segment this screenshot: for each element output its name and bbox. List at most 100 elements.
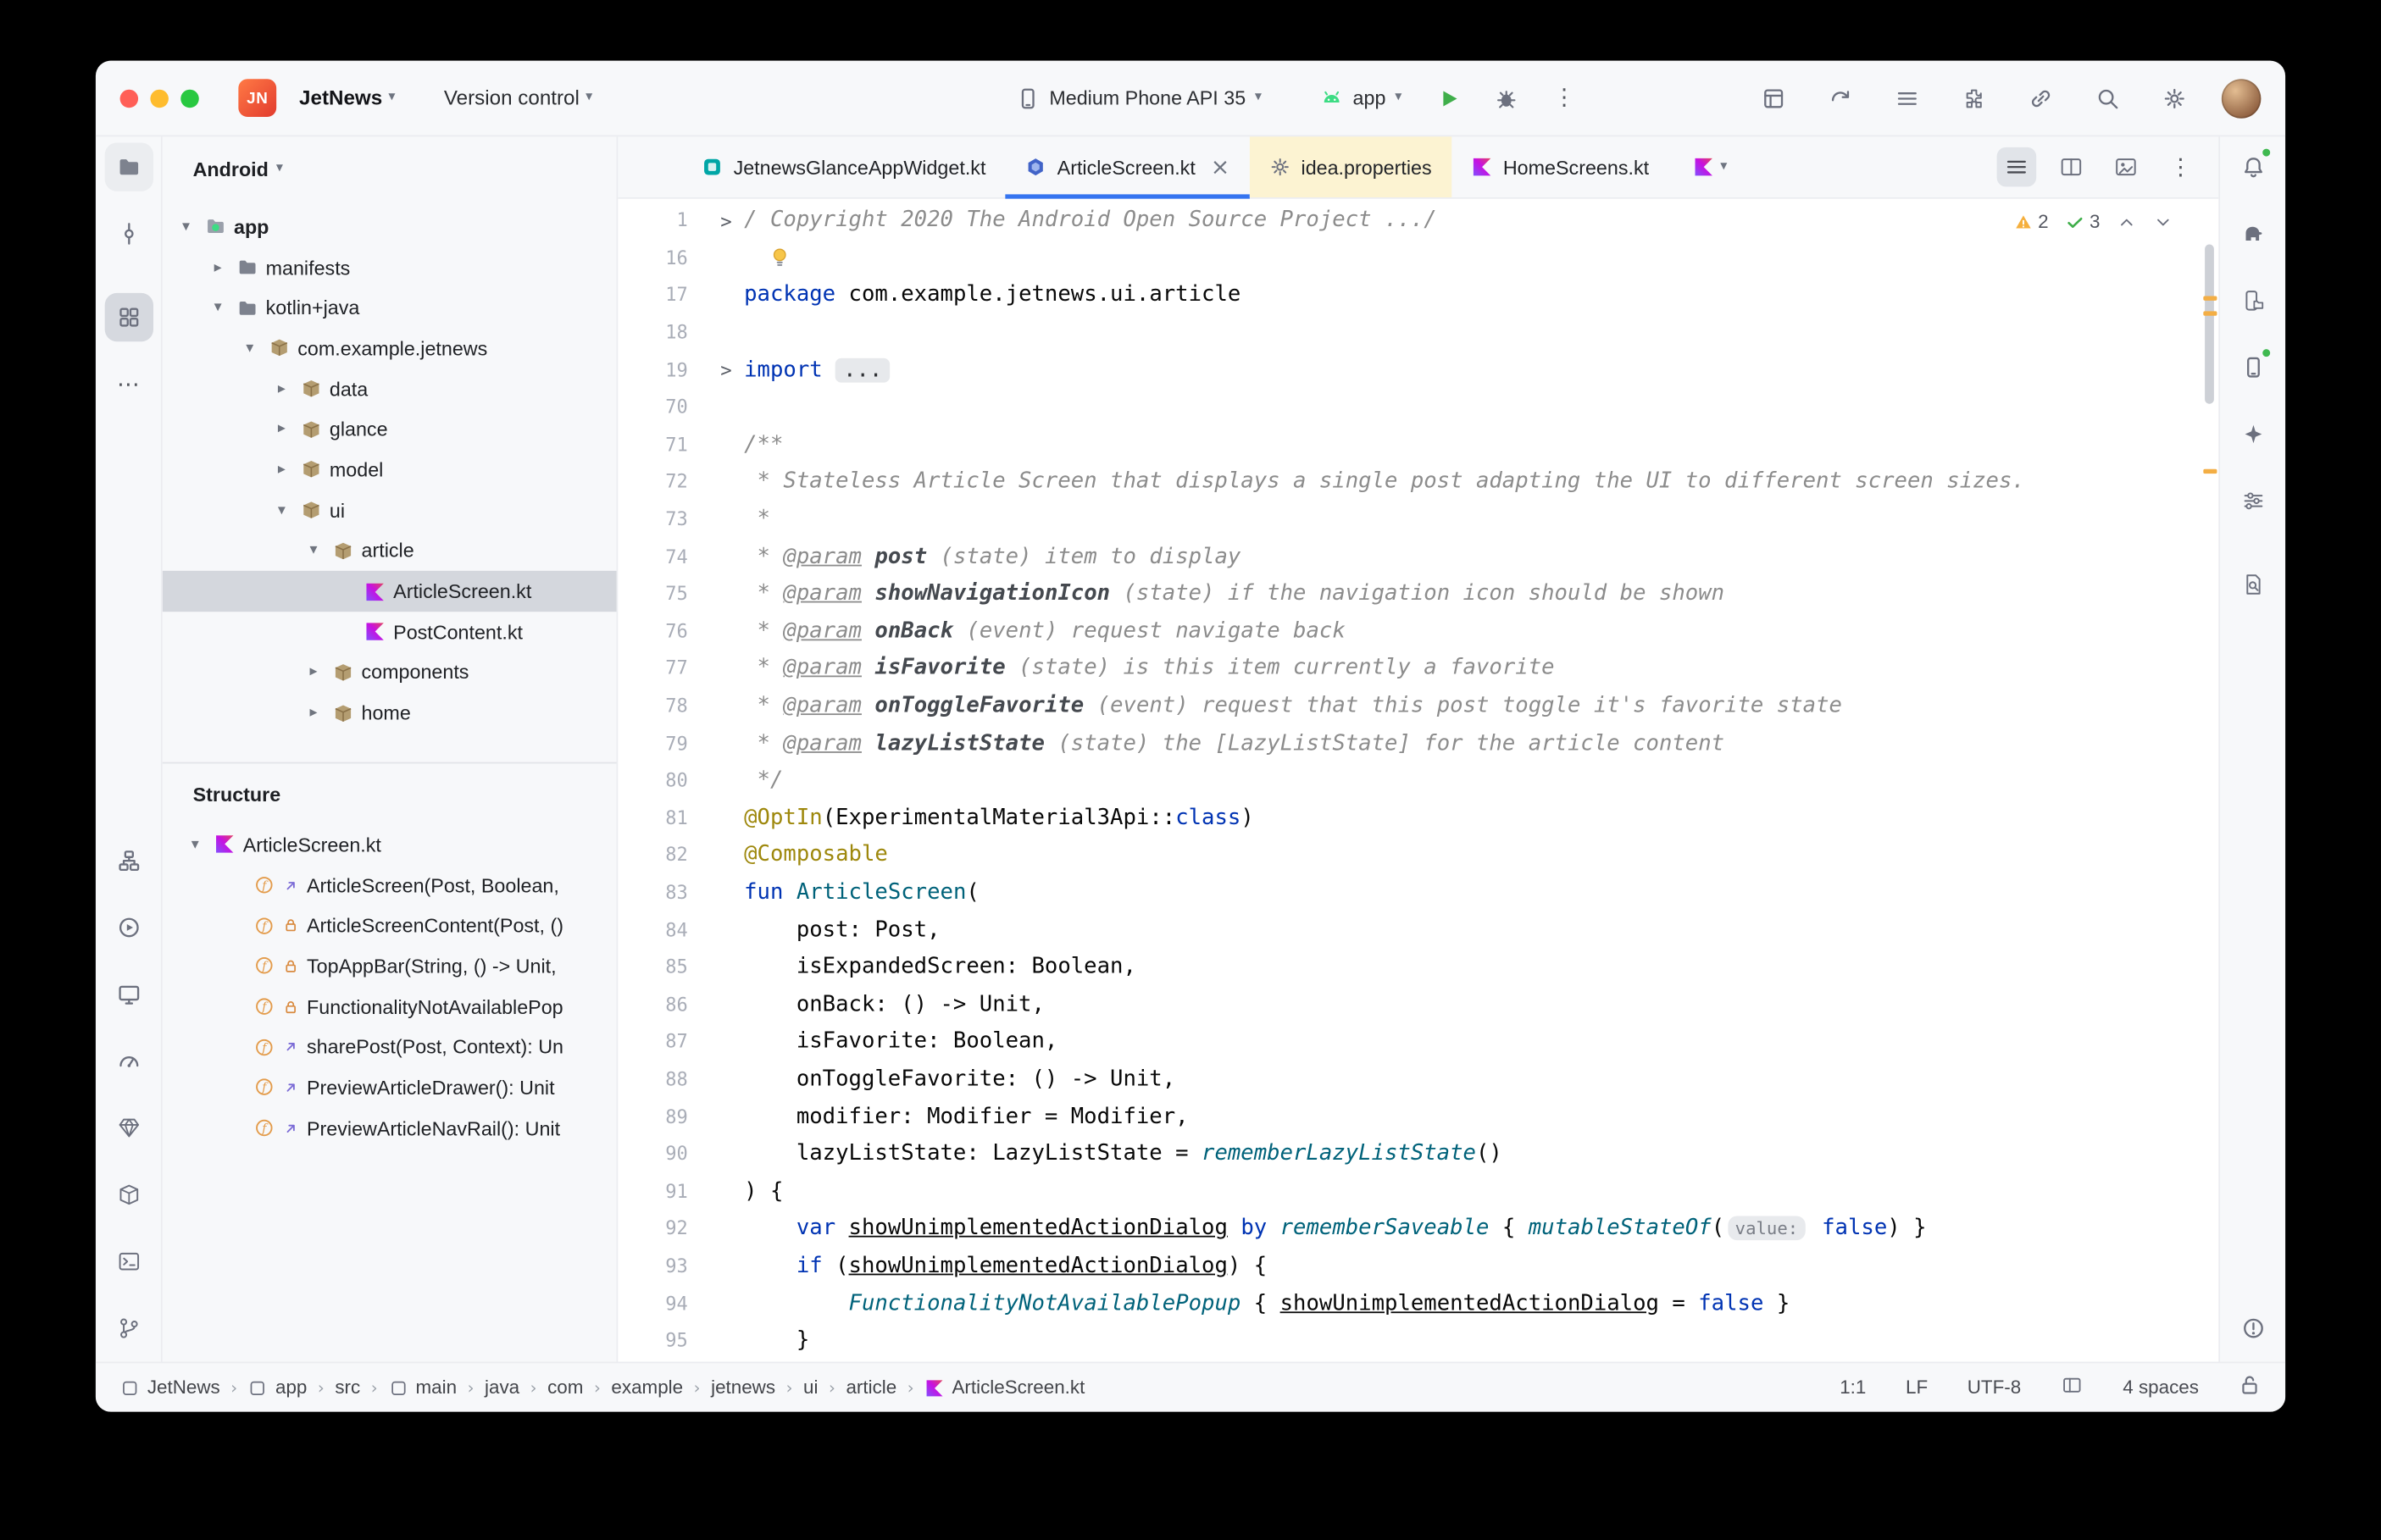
breadcrumb-articlescreen-kt[interactable]: ArticleScreen.kt bbox=[924, 1377, 1085, 1398]
code-line[interactable]: 16 bbox=[618, 239, 2218, 276]
tree-item-data[interactable]: ▸data bbox=[163, 368, 617, 409]
run-config-selector[interactable]: app ▾ bbox=[1307, 78, 1414, 118]
menu-button[interactable] bbox=[1884, 75, 1930, 121]
indent-size[interactable]: 4 spaces bbox=[2123, 1377, 2199, 1398]
error-circle-button[interactable] bbox=[2228, 1304, 2277, 1352]
tree-item-ui[interactable]: ▾ui bbox=[163, 490, 617, 531]
warning-count-item[interactable]: 2 bbox=[2013, 211, 2048, 232]
code-line[interactable]: 76 * @param onBack (event) request navig… bbox=[618, 612, 2218, 650]
tab-jetnewsglanceappwidget-kt[interactable]: JetnewsGlanceAppWidget.kt bbox=[682, 136, 1006, 197]
breadcrumb-article[interactable]: article bbox=[846, 1377, 896, 1398]
tab-homescreens-kt[interactable]: HomeScreens.kt bbox=[1451, 136, 1668, 197]
chevron-right-icon[interactable]: ▸ bbox=[270, 380, 293, 397]
package-box-button[interactable] bbox=[104, 1171, 153, 1219]
code-line[interactable]: 87 isFavorite: Boolean, bbox=[618, 1023, 2218, 1061]
next-issue-icon[interactable] bbox=[2153, 212, 2173, 231]
structure-item-functionalitynotavailablepop[interactable]: fFunctionalityNotAvailablePop bbox=[163, 986, 617, 1027]
chevron-right-icon[interactable]: ▸ bbox=[270, 462, 293, 479]
bell-button[interactable] bbox=[2228, 142, 2277, 191]
link-button[interactable] bbox=[2018, 75, 2064, 121]
tree-item-app[interactable]: ▾app bbox=[163, 207, 617, 247]
folder-button[interactable] bbox=[104, 142, 153, 191]
code-line[interactable]: 88 onToggleFavorite: () -> Unit, bbox=[618, 1061, 2218, 1098]
avatar[interactable] bbox=[2222, 78, 2262, 118]
code-line[interactable]: 73 * bbox=[618, 501, 2218, 538]
hierarchy-button[interactable] bbox=[104, 836, 153, 884]
phone-button[interactable] bbox=[2228, 343, 2277, 391]
structure-item-sharepost-post-context-un[interactable]: fsharePost(Post, Context): Un bbox=[163, 1027, 617, 1067]
tree-item-article[interactable]: ▾article bbox=[163, 530, 617, 571]
image-button[interactable] bbox=[2106, 147, 2146, 187]
tab-articlescreen-kt[interactable]: ArticleScreen.kt× bbox=[1006, 136, 1250, 197]
debug-button[interactable] bbox=[1484, 75, 1529, 121]
phone-folder-button[interactable] bbox=[2228, 276, 2277, 324]
run-button[interactable] bbox=[1426, 75, 1472, 121]
code-line[interactable]: 90 lazyListState: LazyListState = rememb… bbox=[618, 1135, 2218, 1172]
tree-item-home[interactable]: ▸home bbox=[163, 693, 617, 734]
code-line[interactable]: 82@Composable bbox=[618, 837, 2218, 874]
plugin-button[interactable] bbox=[1951, 75, 1997, 121]
tree-item-model[interactable]: ▸model bbox=[163, 450, 617, 490]
chevron-right-icon[interactable]: ▸ bbox=[302, 664, 325, 681]
frame-button[interactable] bbox=[1751, 75, 1796, 121]
warning-mark[interactable] bbox=[2203, 296, 2217, 300]
hamburger-button[interactable] bbox=[1997, 147, 2037, 187]
indent-style-icon[interactable] bbox=[2061, 1374, 2084, 1401]
code-line[interactable]: 1>/ Copyright 2020 The Android Open Sour… bbox=[618, 202, 2218, 239]
git-branch-button[interactable] bbox=[104, 1304, 153, 1352]
caret-position[interactable]: 1:1 bbox=[1840, 1377, 1866, 1398]
code-line[interactable]: 18 bbox=[618, 314, 2218, 352]
scrollbar[interactable] bbox=[2201, 199, 2219, 1362]
breadcrumb-ui[interactable]: ui bbox=[803, 1377, 818, 1398]
structure-item-previewarticledrawer-unit[interactable]: fPreviewArticleDrawer(): Unit bbox=[163, 1067, 617, 1108]
zoom-button[interactable] bbox=[180, 89, 199, 108]
more-button[interactable]: ⋯ bbox=[104, 360, 153, 408]
sliders-button[interactable] bbox=[2228, 477, 2277, 525]
fold-icon[interactable]: > bbox=[688, 209, 744, 232]
terminal-button[interactable] bbox=[104, 1238, 153, 1286]
inspections-widget[interactable]: 2 3 bbox=[2007, 208, 2178, 235]
elephant-button[interactable] bbox=[2228, 209, 2277, 258]
chevron-down-icon[interactable]: ▾ bbox=[238, 340, 261, 357]
code-line[interactable]: 81@OptIn(ExperimentalMaterial3Api::class… bbox=[618, 800, 2218, 837]
tree-item-glance[interactable]: ▸glance bbox=[163, 409, 617, 450]
chevron-down-icon[interactable]: ▾ bbox=[207, 299, 230, 316]
code-line[interactable]: 94 FunctionalityNotAvailablePopup { show… bbox=[618, 1285, 2218, 1322]
chevron-down-icon[interactable]: ▾ bbox=[175, 219, 197, 235]
gear-button[interactable] bbox=[2151, 75, 2197, 121]
tree-item-manifests[interactable]: ▸manifests bbox=[163, 247, 617, 288]
chevron-right-icon[interactable]: ▸ bbox=[302, 705, 325, 722]
code-line[interactable]: 93 if (showUnimplementedActionDialog) { bbox=[618, 1247, 2218, 1284]
code-line[interactable]: 83fun ArticleScreen( bbox=[618, 874, 2218, 911]
structure-item-articlescreen-post-boolean[interactable]: fArticleScreen(Post, Boolean, bbox=[163, 865, 617, 906]
code-line[interactable]: 89 modifier: Modifier = Modifier, bbox=[618, 1098, 2218, 1135]
more-actions-button[interactable]: ⋮ bbox=[1541, 75, 1587, 121]
commit-button[interactable] bbox=[104, 209, 153, 258]
editor[interactable]: 1>/ Copyright 2020 The Android Open Sour… bbox=[618, 199, 2218, 1362]
code-line[interactable]: 71/** bbox=[618, 426, 2218, 463]
chevron-down-icon[interactable]: ▾ bbox=[270, 502, 293, 519]
previous-issue-icon[interactable] bbox=[2117, 212, 2136, 231]
chevron-right-icon[interactable]: ▸ bbox=[270, 421, 293, 438]
code-line[interactable]: 19>import ... bbox=[618, 352, 2218, 389]
code-area[interactable]: 1>/ Copyright 2020 The Android Open Sour… bbox=[618, 199, 2218, 1362]
vcs-menu[interactable]: Version control ▾ bbox=[435, 80, 602, 115]
breadcrumb-app[interactable]: app bbox=[248, 1377, 308, 1398]
structure-item-previewarticlenavrail-unit[interactable]: fPreviewArticleNavRail(): Unit bbox=[163, 1108, 617, 1149]
minimize-button[interactable] bbox=[150, 89, 169, 108]
breadcrumb-jetnews[interactable]: jetnews bbox=[711, 1377, 775, 1398]
tree-item-articlescreen-kt[interactable]: ArticleScreen.kt bbox=[163, 571, 617, 612]
tab-idea-properties[interactable]: idea.properties bbox=[1250, 136, 1451, 197]
code-line[interactable]: 86 onBack: () -> Unit, bbox=[618, 986, 2218, 1023]
project-selector[interactable]: JetNews ▾ bbox=[290, 80, 404, 115]
device-selector[interactable]: Medium Phone API 35 ▾ bbox=[1004, 78, 1274, 118]
code-line[interactable]: 80 */ bbox=[618, 762, 2218, 799]
chevron-right-icon[interactable]: ▸ bbox=[207, 259, 230, 276]
code-line[interactable]: 70 bbox=[618, 389, 2218, 426]
chevron-down-icon[interactable]: ▾ bbox=[184, 836, 207, 853]
code-line[interactable]: 92 var showUnimplementedActionDialog by … bbox=[618, 1210, 2218, 1247]
code-line[interactable]: 85 isExpandedScreen: Boolean, bbox=[618, 949, 2218, 986]
document-search-button[interactable] bbox=[2228, 560, 2277, 608]
gem-button[interactable] bbox=[104, 1104, 153, 1152]
chevron-down-icon[interactable]: ▾ bbox=[302, 542, 325, 559]
